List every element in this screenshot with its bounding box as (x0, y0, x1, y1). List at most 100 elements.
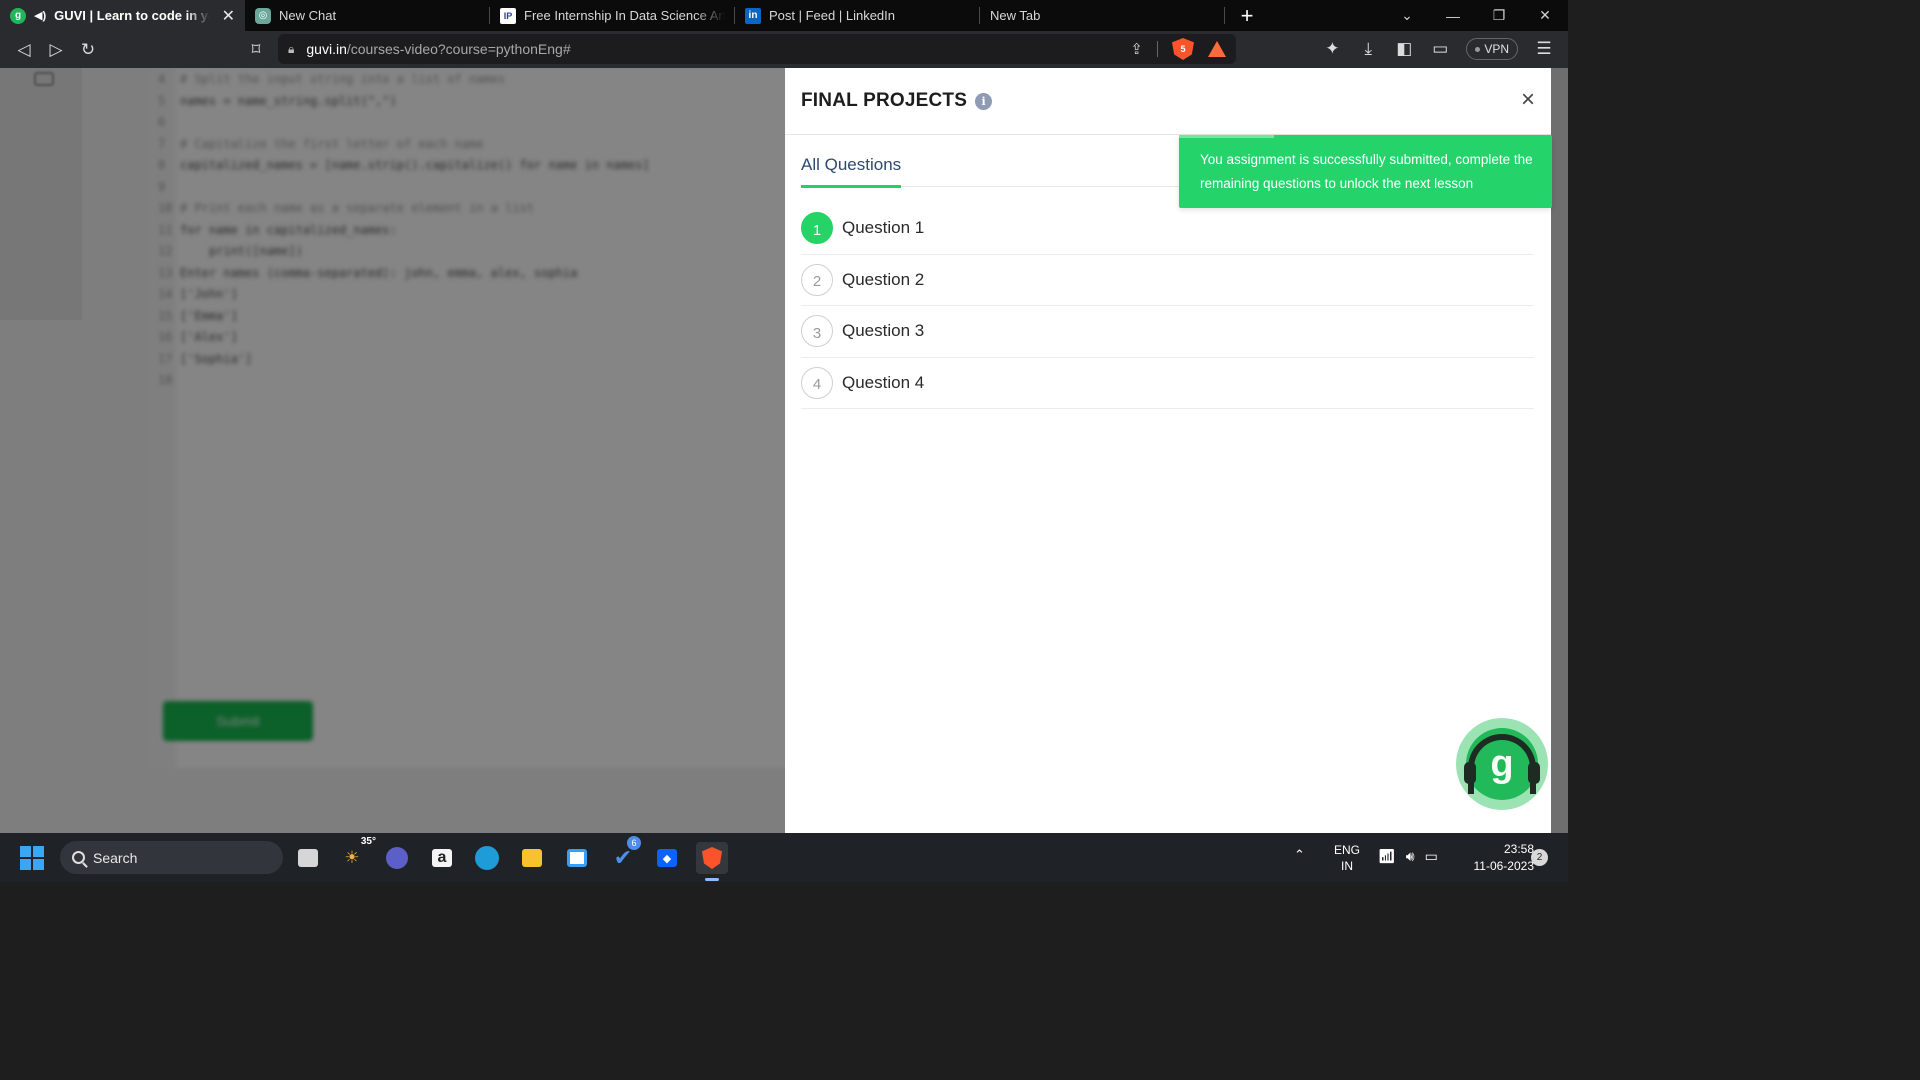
chevron-down-icon: ⌄ (1401, 7, 1413, 23)
lock-icon: 🔒︎ (288, 41, 295, 56)
download-icon: ⤓ (1364, 39, 1373, 58)
taskbar-clock[interactable]: 23:58 11-06-2023 (1454, 841, 1535, 875)
question-label: Question 2 (842, 269, 925, 289)
question-item-3[interactable]: 3 Question 3 (801, 306, 1534, 358)
video-call-icon (386, 847, 408, 869)
address-bar[interactable]: 🔒︎ guvi.in/courses-video?course=pythonEn… (278, 34, 1236, 64)
weather-temp: 35° (360, 836, 376, 847)
meet-app[interactable] (381, 842, 413, 874)
guvi-logo-icon: g (1490, 742, 1514, 785)
windows-start-button[interactable] (20, 846, 44, 870)
url-text[interactable]: guvi.in/courses-video?course=pythonEng# (306, 41, 570, 57)
restore-button[interactable]: ❐ (1476, 0, 1522, 31)
reload-icon: ↻ (80, 39, 96, 59)
tab-internship[interactable]: IP Free Internship In Data Science And M… (490, 0, 735, 31)
close-icon[interactable]: ✕ (222, 6, 235, 26)
taskbar-search-label: Search (93, 849, 138, 866)
question-item-1[interactable]: 1 Question 1 (801, 203, 1534, 255)
chevron-up-icon[interactable]: ⌃ (1294, 847, 1305, 863)
tab-new-chat[interactable]: ◎ New Chat (245, 0, 490, 31)
vpn-button[interactable]: VPN (1466, 38, 1518, 60)
taskbar-search[interactable]: Search (60, 841, 283, 874)
minimize-button[interactable]: — (1430, 0, 1476, 31)
folder-icon (522, 849, 542, 867)
brave-rewards-icon[interactable] (1208, 41, 1226, 57)
lang-top: ENG (1333, 843, 1360, 857)
plus-icon: + (1240, 2, 1254, 28)
toast-message: You assignment is successfully submitted… (1200, 152, 1533, 191)
weather-widget[interactable]: ☀ 35° (336, 836, 376, 874)
menu-button[interactable]: ☰ (1528, 34, 1560, 64)
chat-icon: ◎ (255, 7, 271, 24)
sidebar-icon: ◧ (1396, 39, 1413, 58)
notification-badge[interactable]: 2 (1531, 849, 1548, 866)
file-explorer-app[interactable] (516, 842, 548, 874)
back-icon: ◁ (17, 39, 31, 59)
question-label: Question 4 (842, 372, 925, 392)
share-icon[interactable]: ⇪ (1130, 40, 1143, 58)
store-app[interactable] (561, 842, 593, 874)
forward-button[interactable]: ▷ (40, 35, 72, 65)
tab-new-tab[interactable]: New Tab (980, 0, 1225, 31)
tray-icons[interactable]: 📶︎ 🔊︎ ▭ (1378, 848, 1438, 865)
bookmark-button[interactable]: ⌑ (240, 35, 272, 65)
back-button[interactable]: ◁ (8, 35, 40, 65)
edge-app[interactable] (471, 842, 503, 874)
reload-button[interactable]: ↻ (72, 35, 104, 65)
success-toast[interactable]: You assignment is successfully submitted… (1179, 135, 1552, 208)
wallet-button[interactable]: ▭ (1424, 34, 1456, 64)
weather-icon: ☀ (344, 848, 360, 867)
browser-tab-strip: g ◀) GUVI | Learn to code in your native… (0, 0, 1568, 31)
omnibox-divider (1157, 41, 1158, 57)
brave-app[interactable] (696, 842, 728, 881)
tab-title: Post | Feed | LinkedIn (769, 8, 895, 23)
toast-progress-bar (1179, 135, 1274, 138)
tab-linkedin[interactable]: in Post | Feed | LinkedIn (735, 0, 980, 31)
hamburger-icon: ☰ (1536, 39, 1552, 58)
tab-title: GUVI | Learn to code in your native lang… (54, 8, 209, 23)
tab-guvi[interactable]: g ◀) GUVI | Learn to code in your native… (0, 0, 245, 31)
tab-title: New Chat (279, 8, 337, 23)
browser-toolbar: ◁ ▷ ↻ ⌑ 🔒︎ guvi.in/courses-video?course=… (0, 31, 1568, 68)
edge-icon (475, 846, 499, 870)
question-label: Question 1 (842, 218, 925, 238)
url-host: guvi.in (306, 41, 347, 57)
speaker-icon[interactable]: ◀) (34, 9, 46, 22)
brave-shield-icon[interactable]: 5 (1172, 38, 1194, 60)
modal-backdrop[interactable] (0, 68, 785, 833)
support-chat-button[interactable]: g (1456, 718, 1548, 810)
shield-count: 5 (1180, 44, 1186, 54)
amazon-app[interactable]: a (426, 842, 458, 874)
lang-bottom: IN (1341, 859, 1353, 873)
window-controls: ⌄ — ❐ ✕ (1384, 0, 1568, 31)
tab-all-questions[interactable]: All Questions (801, 155, 902, 188)
drawer-header: FINAL PROJECTS i × (785, 68, 1551, 135)
language-indicator[interactable]: ENG IN (1332, 842, 1362, 874)
sidebar-button[interactable]: ◧ (1388, 34, 1420, 64)
search-icon (72, 851, 85, 864)
windows-logo-icon (33, 859, 44, 870)
headset-ear-left (1464, 762, 1476, 784)
linkedin-icon: in (745, 7, 761, 24)
task-view-button[interactable] (292, 842, 324, 874)
forward-icon: ▷ (49, 39, 63, 59)
question-number-badge: 2 (801, 263, 833, 296)
guvi-icon: g (10, 7, 26, 24)
tab-search-button[interactable]: ⌄ (1384, 0, 1430, 31)
store-icon (567, 849, 587, 867)
vpn-status-dot (1475, 46, 1481, 52)
extensions-button[interactable]: ✦ (1316, 34, 1348, 64)
todo-badge: 6 (627, 836, 641, 850)
tab-title: New Tab (990, 8, 1041, 23)
question-item-4[interactable]: 4 Question 4 (801, 358, 1534, 409)
new-tab-button[interactable]: + (1225, 0, 1269, 31)
downloads-button[interactable]: ⤓ (1352, 34, 1384, 64)
dropbox-app[interactable]: ◆ (651, 842, 683, 874)
info-icon[interactable]: i (975, 92, 993, 110)
question-item-2[interactable]: 2 Question 2 (801, 255, 1534, 306)
window-close-button[interactable]: ✕ (1522, 0, 1568, 31)
question-label: Question 3 (842, 321, 925, 341)
restore-icon: ❐ (1492, 7, 1506, 23)
close-drawer-button[interactable]: × (1521, 88, 1535, 112)
todo-app[interactable]: ✔ 6 (607, 836, 641, 874)
